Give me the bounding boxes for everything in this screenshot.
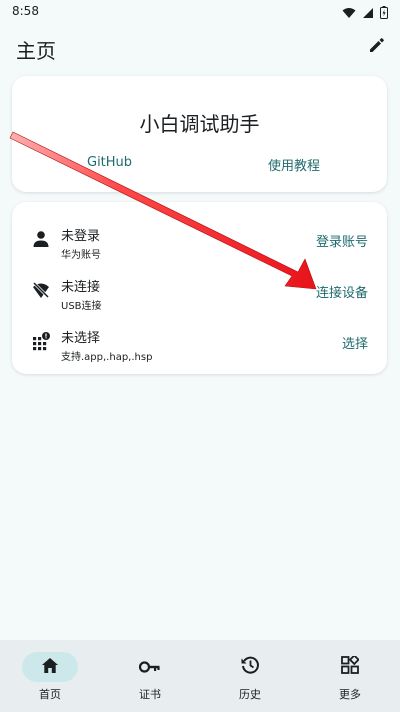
top-app-bar: 主页 xyxy=(0,24,400,70)
nav-item-more[interactable]: 更多 xyxy=(300,640,400,712)
nav-label-home: 首页 xyxy=(39,688,61,701)
key-icon xyxy=(138,658,161,677)
nav-label-more: 更多 xyxy=(339,688,361,701)
page-title: 主页 xyxy=(16,39,56,63)
nav-pill-certificate xyxy=(122,652,178,682)
login-row: 未登录 华为账号 登录账号 xyxy=(12,218,387,268)
select-file-button[interactable]: 选择 xyxy=(342,333,368,352)
home-icon xyxy=(41,657,59,678)
connect-subtitle: USB连接 xyxy=(61,301,102,312)
github-link[interactable]: GitHub xyxy=(87,155,132,170)
nav-label-certificate: 证书 xyxy=(139,688,161,701)
app-title: 小白调试助手 xyxy=(139,112,260,136)
file-status: 未选择 xyxy=(61,331,101,346)
battery-icon xyxy=(380,4,388,23)
file-subtitle: 支持.app,.hap,.hsp xyxy=(61,352,153,363)
wifi-off-icon xyxy=(30,279,52,301)
nav-item-history[interactable]: 历史 xyxy=(200,640,300,712)
status-icons xyxy=(342,4,388,23)
nav-item-certificate[interactable]: 证书 xyxy=(100,640,200,712)
login-account-button[interactable]: 登录账号 xyxy=(316,231,368,250)
connect-device-button[interactable]: 连接设备 xyxy=(316,282,368,301)
wifi-icon xyxy=(342,4,356,23)
person-icon xyxy=(30,228,52,250)
nav-item-home[interactable]: 首页 xyxy=(0,640,100,712)
nav-label-history: 历史 xyxy=(239,688,261,701)
status-card: 未登录 华为账号 登录账号 未连接 USB连接 连接设备 未选择 支持.app,… xyxy=(12,202,387,374)
nav-active-indicator xyxy=(22,652,78,682)
status-bar: 8:58 xyxy=(0,0,400,24)
history-icon xyxy=(240,655,260,679)
connect-status: 未连接 xyxy=(61,280,101,295)
apps-alert-icon xyxy=(30,330,52,352)
tutorial-link[interactable]: 使用教程 xyxy=(268,155,320,174)
login-subtitle: 华为账号 xyxy=(61,250,101,261)
nav-pill-more xyxy=(322,652,378,682)
edit-button[interactable] xyxy=(364,34,390,60)
bottom-navigation: 首页 证书 历史 更多 xyxy=(0,640,400,712)
status-time: 8:58 xyxy=(12,4,39,18)
connect-row: 未连接 USB连接 连接设备 xyxy=(12,269,387,319)
login-status: 未登录 xyxy=(61,229,101,244)
file-row: 未选择 支持.app,.hap,.hsp 选择 xyxy=(12,320,387,370)
pencil-icon xyxy=(368,36,386,58)
app-info-card: 小白调试助手 GitHub 使用教程 xyxy=(12,76,387,192)
signal-icon xyxy=(362,4,374,23)
nav-pill-history xyxy=(222,652,278,682)
grid-icon xyxy=(341,654,360,678)
